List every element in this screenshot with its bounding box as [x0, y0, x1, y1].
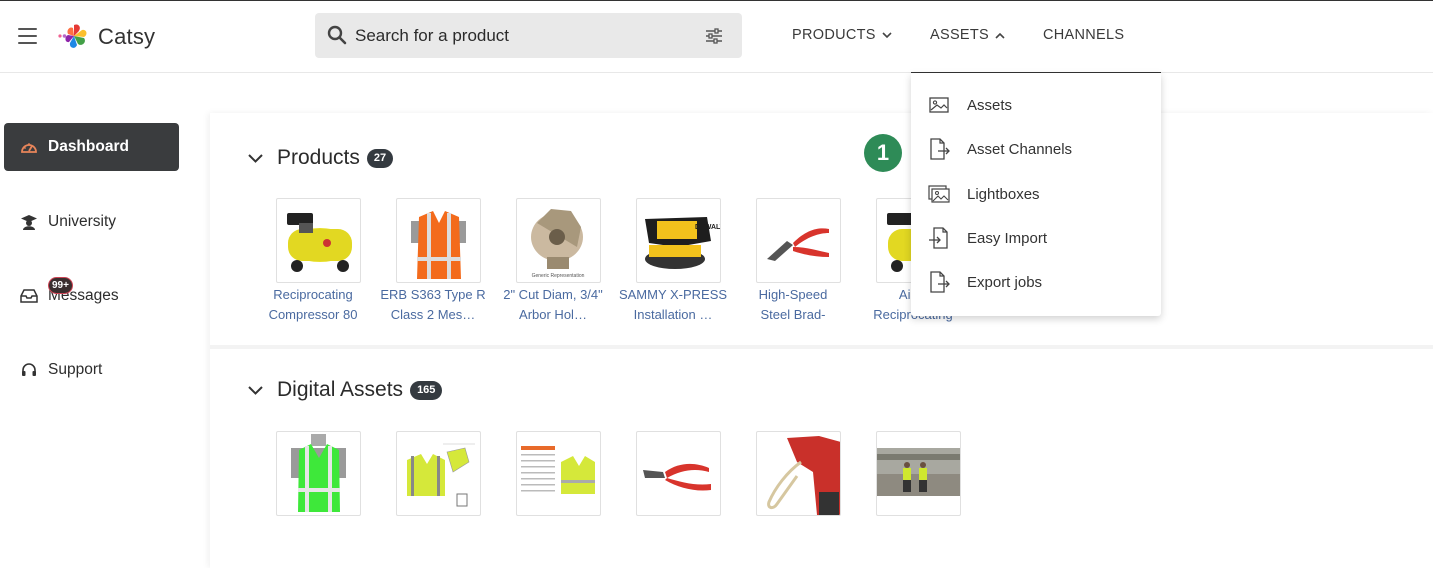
nav-assets[interactable]: ASSETS — [930, 27, 1005, 43]
sidebar-item-university[interactable]: University — [4, 198, 179, 246]
size-chart-vest-image — [521, 446, 595, 494]
sidebar-item-label: Support — [48, 361, 103, 378]
menu-item-label: Lightboxes — [967, 185, 1040, 203]
graduation-cap-icon — [20, 213, 38, 231]
menu-item-label: Assets — [967, 96, 1013, 114]
nav-assets-label: ASSETS — [930, 27, 990, 43]
menu-item-lightboxes[interactable]: Lightboxes — [911, 172, 1161, 216]
messages-count-badge: 99+ — [48, 277, 73, 294]
file-import-icon — [927, 226, 951, 250]
chevron-up-icon — [995, 32, 1005, 39]
gauge-icon — [20, 138, 38, 156]
product-name-link[interactable]: High-Speed Steel Brad- — [733, 285, 853, 325]
chevron-down-icon — [248, 153, 263, 163]
product-thumbnail-cutters[interactable] — [756, 198, 841, 283]
svg-text:Generic Representation: Generic Representation — [532, 273, 585, 279]
menu-item-export-jobs[interactable]: Export jobs — [911, 260, 1161, 304]
section-divider — [210, 345, 1433, 349]
sidebar-item-label: Dashboard — [48, 138, 129, 155]
menu-item-label: Asset Channels — [967, 140, 1073, 158]
inbox-icon: 99+ — [20, 277, 73, 305]
asset-thumbnail[interactable] — [636, 431, 721, 516]
hi-vis-vest-diagram-image — [407, 443, 475, 507]
red-wire-cutters-image — [767, 228, 829, 261]
file-export-icon — [927, 137, 951, 161]
menu-item-label: Export jobs — [967, 273, 1043, 291]
product-thumbnail-compressor[interactable] — [276, 198, 361, 283]
product-name-link[interactable]: 2" Cut Diam, 3/4" Arbor Hol… — [493, 285, 613, 325]
assets-dropdown-menu: Assets Asset Channels Lightboxes Easy Im… — [911, 73, 1161, 316]
digital-assets-section-header[interactable]: Digital Assets 165 — [248, 378, 443, 402]
search-icon — [327, 25, 347, 45]
chevron-down-icon — [248, 385, 263, 395]
nav-products-label: PRODUCTS — [792, 27, 876, 43]
catsy-logo-icon — [58, 24, 87, 48]
brand-name[interactable]: Catsy — [98, 24, 155, 50]
file-export-icon — [927, 270, 951, 294]
asset-thumbnail[interactable] — [516, 431, 601, 516]
product-name-link[interactable]: ERB S363 Type R Class 2 Mes… — [373, 285, 493, 325]
sidebar-item-support[interactable]: Support — [4, 346, 179, 394]
menu-item-label: Easy Import — [967, 229, 1048, 247]
sidebar-item-label: University — [48, 213, 117, 230]
menu-item-asset-channels[interactable]: Asset Channels — [911, 127, 1161, 171]
digital-assets-count-badge: 165 — [410, 380, 443, 400]
chevron-down-icon — [882, 31, 892, 38]
orbital-sander-image: DEWALT — [645, 217, 720, 269]
products-count-badge: 27 — [366, 148, 394, 168]
product-thumbnail-cutter[interactable]: Generic Representation — [516, 198, 601, 283]
image-icon — [927, 93, 951, 117]
search-input[interactable] — [355, 13, 695, 58]
headset-icon — [20, 361, 38, 379]
products-section-title: Products — [277, 146, 360, 169]
product-thumbnail-safety-vest[interactable] — [396, 198, 481, 283]
workers-on-site-photo — [877, 448, 960, 496]
step-number-marker: 1 — [864, 134, 902, 172]
asset-thumbnail[interactable] — [396, 431, 481, 516]
nav-channels[interactable]: CHANNELS — [1043, 27, 1124, 43]
asset-thumbnail[interactable] — [276, 431, 361, 516]
hamburger-menu-icon[interactable] — [18, 28, 37, 44]
digital-assets-section-title: Digital Assets — [277, 378, 404, 401]
asset-thumbnail[interactable] — [756, 431, 841, 516]
nav-products[interactable]: PRODUCTS — [792, 27, 892, 43]
filter-sliders-icon[interactable] — [705, 28, 723, 44]
product-name-link[interactable]: Reciprocating Compressor 80 — [253, 285, 373, 325]
svg-text:DEWALT: DEWALT — [695, 224, 720, 231]
sidebar-item-dashboard[interactable]: Dashboard — [4, 123, 179, 171]
sidebar: Dashboard University 99+ Messages Suppor… — [0, 74, 200, 568]
menu-item-assets[interactable]: Assets — [911, 83, 1161, 127]
search-bar[interactable] — [315, 13, 742, 58]
images-icon — [927, 182, 951, 206]
nav-channels-label: CHANNELS — [1043, 27, 1125, 43]
sidebar-item-messages[interactable]: 99+ Messages — [4, 272, 179, 320]
face-mill-cutter-image: Generic Representation — [531, 209, 585, 279]
tool-closeup-image — [767, 436, 840, 515]
air-compressor-image — [287, 213, 352, 272]
products-section-header[interactable]: Products 27 — [248, 146, 394, 170]
green-safety-vest-image — [291, 434, 346, 512]
top-header: Catsy PRODUCTS ASSETS CHANNELS — [0, 1, 1433, 74]
orange-safety-vest-image — [411, 211, 466, 279]
product-thumbnail-sander[interactable]: DEWALT — [636, 198, 721, 283]
product-name-link[interactable]: SAMMY X-PRESS Installation … — [613, 285, 733, 325]
red-wire-cutters-image — [643, 463, 711, 491]
menu-item-easy-import[interactable]: Easy Import — [911, 216, 1161, 260]
asset-thumbnail[interactable] — [876, 431, 961, 516]
